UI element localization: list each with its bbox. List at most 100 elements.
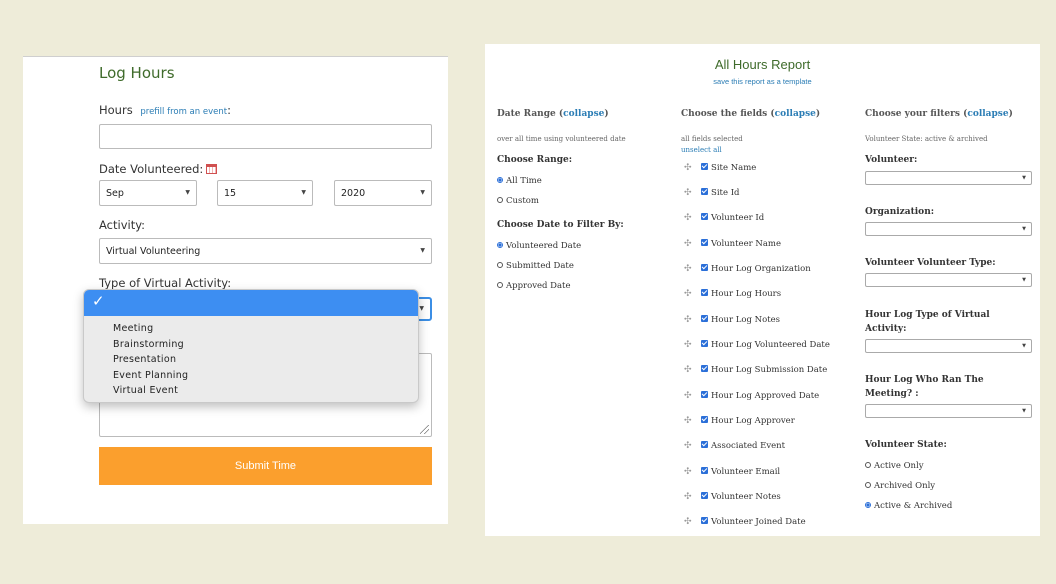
dropdown-option-brainstorming[interactable]: Brainstorming <box>84 337 418 353</box>
field-hour-log-organization[interactable]: ✣ Hour Log Organization <box>684 264 811 274</box>
virtual-activity-filter-label-line1: Hour Log Type of Virtual <box>865 310 990 320</box>
submit-time-button[interactable]: Submit Time <box>99 447 432 485</box>
drag-handle-icon[interactable]: ✣ <box>684 289 692 299</box>
hours-input[interactable] <box>99 124 432 149</box>
drag-handle-icon[interactable]: ✣ <box>684 213 692 223</box>
field-hour-log-volunteered-date[interactable]: ✣ Hour Log Volunteered Date <box>684 340 830 350</box>
volunteer-state-label: Volunteer State: <box>865 440 947 450</box>
checkbox-checked-icon[interactable] <box>701 239 708 246</box>
fields-summary: all fields selected <box>681 135 743 143</box>
checkbox-checked-icon[interactable] <box>701 289 708 296</box>
hours-label-row: Hours prefill from an event: <box>99 103 231 117</box>
dropdown-option-presentation[interactable]: Presentation <box>84 352 418 368</box>
activity-select[interactable]: Virtual Volunteering ▼ <box>99 238 432 264</box>
field-volunteer-email[interactable]: ✣ Volunteer Email <box>684 467 780 477</box>
filter-approved-date-radio[interactable]: Approved Date <box>497 281 571 291</box>
drag-handle-icon[interactable]: ✣ <box>684 391 692 401</box>
drag-handle-icon[interactable]: ✣ <box>684 239 692 249</box>
month-select[interactable]: Sep ▼ <box>99 180 197 206</box>
field-site-name[interactable]: ✣ Site Name <box>684 163 756 173</box>
virtual-activity-filter-select[interactable]: ▼ <box>865 339 1032 353</box>
checkbox-checked-icon[interactable] <box>701 391 708 398</box>
drag-handle-icon[interactable]: ✣ <box>684 492 692 502</box>
save-template-link[interactable]: save this report as a template <box>485 77 1040 86</box>
state-active-archived-radio[interactable]: Active & Archived <box>865 501 952 511</box>
range-custom-radio[interactable]: Custom <box>497 196 539 206</box>
checkbox-checked-icon[interactable] <box>701 517 708 524</box>
field-volunteer-notes[interactable]: ✣ Volunteer Notes <box>684 492 781 502</box>
field-volunteer-joined-date[interactable]: ✣ Volunteer Joined Date <box>684 517 806 527</box>
drag-handle-icon[interactable]: ✣ <box>684 163 692 173</box>
checkbox-checked-icon[interactable] <box>701 492 708 499</box>
checkbox-checked-icon[interactable] <box>701 264 708 271</box>
filters-heading: Choose your filters (collapse) <box>865 109 1013 119</box>
filters-collapse-link[interactable]: collapse <box>967 109 1008 119</box>
field-hour-log-approver[interactable]: ✣ Hour Log Approver <box>684 416 795 426</box>
state-active-only-radio[interactable]: Active Only <box>865 461 924 471</box>
drag-handle-icon[interactable]: ✣ <box>684 365 692 375</box>
filter-volunteered-date-radio[interactable]: Volunteered Date <box>497 241 581 251</box>
checkbox-checked-icon[interactable] <box>701 163 708 170</box>
radio-icon <box>865 462 871 468</box>
unselect-all-link[interactable]: unselect all <box>681 146 722 154</box>
field-hour-log-hours[interactable]: ✣ Hour Log Hours <box>684 289 781 299</box>
checkbox-checked-icon[interactable] <box>701 315 708 322</box>
dropdown-option-meeting[interactable]: Meeting <box>84 321 418 337</box>
chevron-down-icon: ▼ <box>1022 175 1026 181</box>
dropdown-option-event-planning[interactable]: Event Planning <box>84 368 418 384</box>
organization-filter-label: Organization: <box>865 207 935 217</box>
radio-selected-icon <box>497 177 503 183</box>
activity-value: Virtual Volunteering <box>106 246 201 257</box>
field-hour-log-submission-date[interactable]: ✣ Hour Log Submission Date <box>684 365 827 375</box>
checkbox-checked-icon[interactable] <box>701 467 708 474</box>
resize-handle-icon[interactable] <box>420 425 429 434</box>
chevron-down-icon: ▼ <box>301 189 306 196</box>
radio-icon <box>497 197 503 203</box>
checkbox-checked-icon[interactable] <box>701 365 708 372</box>
calendar-icon[interactable] <box>206 164 218 174</box>
checkbox-checked-icon[interactable] <box>701 416 708 423</box>
drag-handle-icon[interactable]: ✣ <box>684 188 692 198</box>
drag-handle-icon[interactable]: ✣ <box>684 416 692 426</box>
field-associated-event[interactable]: ✣ Associated Event <box>684 441 785 451</box>
checkbox-checked-icon[interactable] <box>701 441 708 448</box>
who-ran-filter-select[interactable]: ▼ <box>865 404 1032 418</box>
drag-handle-icon[interactable]: ✣ <box>684 467 692 477</box>
drag-handle-icon[interactable]: ✣ <box>684 315 692 325</box>
drag-handle-icon[interactable]: ✣ <box>684 441 692 451</box>
volunteer-type-filter-select[interactable]: ▼ <box>865 273 1032 287</box>
filter-by-label: Choose Date to Filter By: <box>497 220 624 230</box>
range-all-time-radio[interactable]: All Time <box>497 176 542 186</box>
choose-range-label: Choose Range: <box>497 155 573 165</box>
field-volunteer-id[interactable]: ✣ Volunteer Id <box>684 213 764 223</box>
organization-filter-select[interactable]: ▼ <box>865 222 1032 236</box>
field-hour-log-approved-date[interactable]: ✣ Hour Log Approved Date <box>684 391 819 401</box>
state-archived-only-radio[interactable]: Archived Only <box>865 481 935 491</box>
date-range-heading: Date Range (collapse) <box>497 109 609 119</box>
field-hour-log-notes[interactable]: ✣ Hour Log Notes <box>684 315 780 325</box>
drag-handle-icon[interactable]: ✣ <box>684 517 692 527</box>
chevron-down-icon: ▼ <box>1022 408 1026 414</box>
year-select[interactable]: 2020 ▼ <box>334 180 432 206</box>
chevron-down-icon: ▼ <box>419 305 424 312</box>
field-site-id[interactable]: ✣ Site Id <box>684 188 740 198</box>
dropdown-option-blank-selected[interactable]: ✓ <box>84 290 418 316</box>
drag-handle-icon[interactable]: ✣ <box>684 340 692 350</box>
checkbox-checked-icon[interactable] <box>701 188 708 195</box>
date-range-collapse-link[interactable]: collapse <box>563 109 604 119</box>
volunteer-filter-select[interactable]: ▼ <box>865 171 1032 185</box>
day-select[interactable]: 15 ▼ <box>217 180 313 206</box>
checkbox-checked-icon[interactable] <box>701 213 708 220</box>
chevron-down-icon: ▼ <box>1022 343 1026 349</box>
fields-heading: Choose the fields (collapse) <box>681 109 821 119</box>
virtual-activity-filter-label-line2: Activity: <box>865 324 907 334</box>
field-volunteer-name[interactable]: ✣ Volunteer Name <box>684 239 781 249</box>
drag-handle-icon[interactable]: ✣ <box>684 264 692 274</box>
filter-submitted-date-radio[interactable]: Submitted Date <box>497 261 574 271</box>
fields-collapse-link[interactable]: collapse <box>775 109 816 119</box>
prefill-from-event-link[interactable]: prefill from an event <box>140 107 227 117</box>
chevron-down-icon: ▼ <box>1022 277 1026 283</box>
filters-summary: Volunteer State: active & archived <box>865 135 988 143</box>
checkbox-checked-icon[interactable] <box>701 340 708 347</box>
dropdown-option-virtual-event[interactable]: Virtual Event <box>84 383 418 399</box>
